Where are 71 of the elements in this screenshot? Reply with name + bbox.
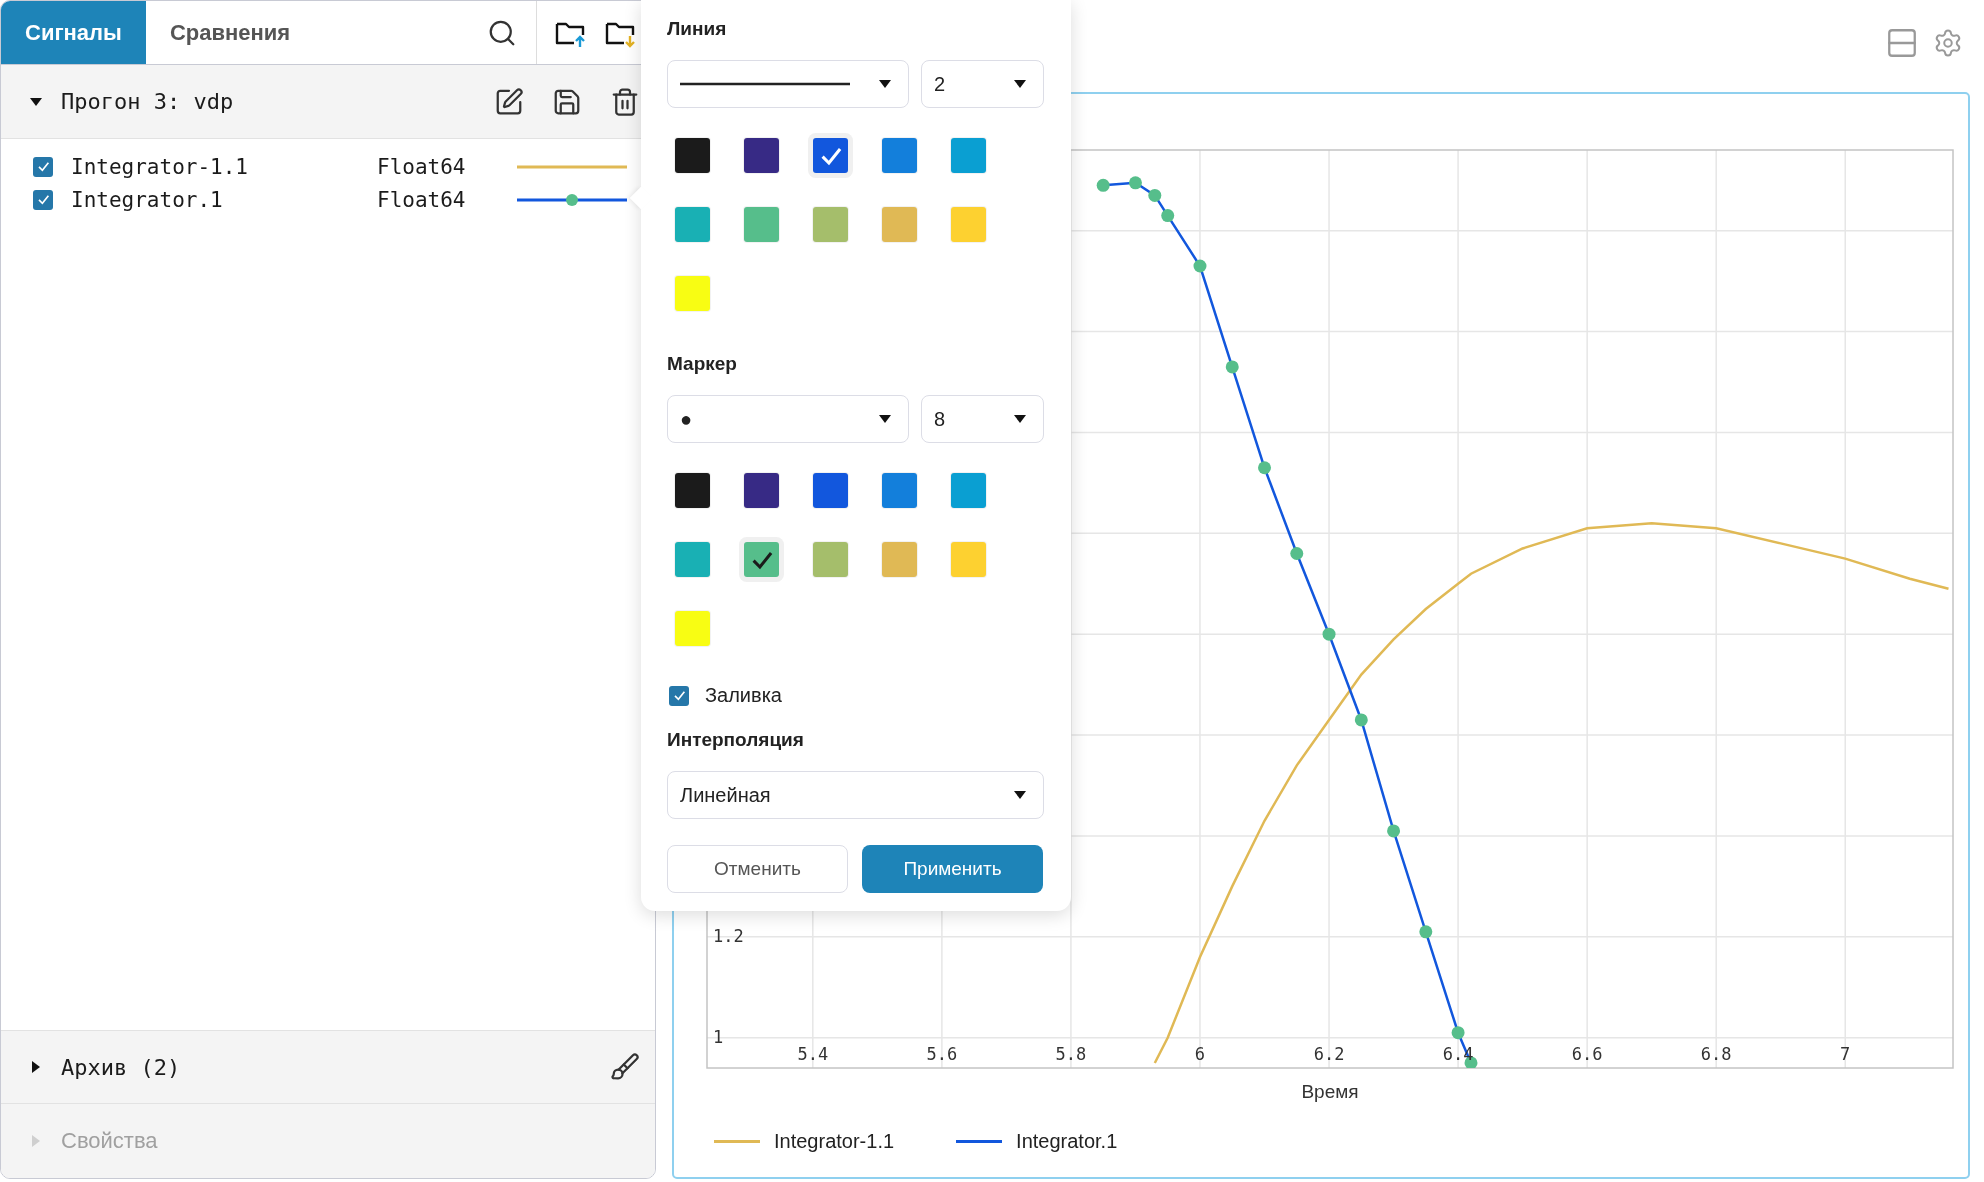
color-swatch[interactable] bbox=[813, 473, 848, 508]
color-swatch[interactable] bbox=[675, 207, 710, 242]
y-tick-label: 1.2 bbox=[713, 925, 744, 946]
color-swatch[interactable] bbox=[882, 542, 917, 577]
x-tick-label: 6 bbox=[1194, 1044, 1206, 1064]
apply-button[interactable]: Применить bbox=[862, 845, 1043, 893]
data-point bbox=[1225, 360, 1239, 374]
x-tick-label: 6.6 bbox=[1571, 1044, 1603, 1064]
checkbox-label: Заливка bbox=[705, 684, 782, 707]
data-point bbox=[1161, 209, 1175, 223]
x-tick-label: 5.6 bbox=[926, 1044, 958, 1064]
marker-shape-select[interactable]: ● bbox=[667, 395, 909, 443]
color-swatch[interactable] bbox=[882, 138, 917, 173]
color-swatch[interactable] bbox=[675, 542, 710, 577]
signal-type: Float64 bbox=[377, 187, 467, 212]
color-swatch[interactable] bbox=[813, 207, 848, 242]
color-swatch[interactable] bbox=[813, 542, 848, 577]
run-title: Прогон 3: vdp bbox=[61, 89, 234, 114]
checkbox[interactable] bbox=[33, 156, 53, 177]
color-swatch[interactable] bbox=[744, 473, 779, 508]
interpolation-select[interactable]: Линейная bbox=[667, 771, 1044, 819]
data-point bbox=[1322, 627, 1336, 641]
x-axis-title: Время bbox=[1301, 1081, 1359, 1102]
x-tick-label: 7 bbox=[1840, 1044, 1851, 1064]
color-swatch[interactable] bbox=[675, 276, 710, 311]
color-swatch[interactable] bbox=[882, 207, 917, 242]
color-swatch[interactable] bbox=[882, 473, 917, 508]
color-swatch[interactable] bbox=[675, 138, 710, 173]
color-swatch[interactable] bbox=[675, 473, 710, 508]
x-tick-label: 6.2 bbox=[1313, 1044, 1345, 1064]
section-label: Интерполяция bbox=[667, 729, 805, 751]
legend-line bbox=[714, 1140, 760, 1143]
x-tick-label: 5.4 bbox=[797, 1044, 829, 1064]
signal-type: Float64 bbox=[377, 154, 467, 179]
data-point bbox=[1290, 547, 1304, 560]
checkbox[interactable] bbox=[33, 189, 53, 210]
data-point bbox=[1354, 713, 1368, 727]
signal-name: Integrator-1.1 bbox=[71, 154, 249, 179]
color-swatch[interactable] bbox=[951, 473, 986, 508]
color-swatch[interactable] bbox=[744, 207, 779, 242]
section-label: Линия bbox=[667, 18, 728, 40]
data-point bbox=[1096, 178, 1110, 192]
marker-size-select[interactable]: 8 bbox=[921, 395, 1044, 443]
section-label: Маркер bbox=[667, 353, 738, 375]
tab[interactable]: Сигналы bbox=[1, 1, 146, 64]
legend-label: Integrator.1 bbox=[1016, 1130, 1118, 1153]
data-point bbox=[1419, 925, 1433, 939]
data-point bbox=[1258, 461, 1271, 475]
x-tick-label: 6.8 bbox=[1700, 1044, 1732, 1064]
data-point bbox=[1451, 1026, 1465, 1040]
archive-title[interactable]: Архив (2) bbox=[61, 1054, 181, 1080]
data-point bbox=[1387, 824, 1401, 838]
checkbox[interactable] bbox=[669, 685, 689, 706]
legend-item[interactable]: Integrator.1 bbox=[956, 1130, 1118, 1153]
color-swatch[interactable] bbox=[675, 611, 710, 646]
color-swatch[interactable] bbox=[951, 542, 986, 577]
legend-item[interactable]: Integrator-1.1 bbox=[714, 1130, 895, 1153]
legend-line bbox=[956, 1140, 1003, 1143]
line-width-select[interactable]: 2 bbox=[921, 60, 1044, 108]
data-point bbox=[1128, 176, 1142, 190]
y-tick-label: 1 bbox=[713, 1026, 724, 1047]
data-point bbox=[1193, 259, 1207, 273]
line-style-select[interactable] bbox=[667, 60, 909, 108]
color-swatch[interactable] bbox=[744, 138, 779, 173]
cancel-button[interactable]: Отменить bbox=[667, 845, 848, 893]
color-swatch[interactable] bbox=[951, 207, 986, 242]
color-swatch[interactable] bbox=[951, 138, 986, 173]
signal-name: Integrator.1 bbox=[71, 187, 224, 212]
data-point bbox=[1148, 188, 1162, 202]
legend-label: Integrator-1.1 bbox=[774, 1130, 895, 1153]
x-tick-label: 5.8 bbox=[1055, 1044, 1087, 1064]
